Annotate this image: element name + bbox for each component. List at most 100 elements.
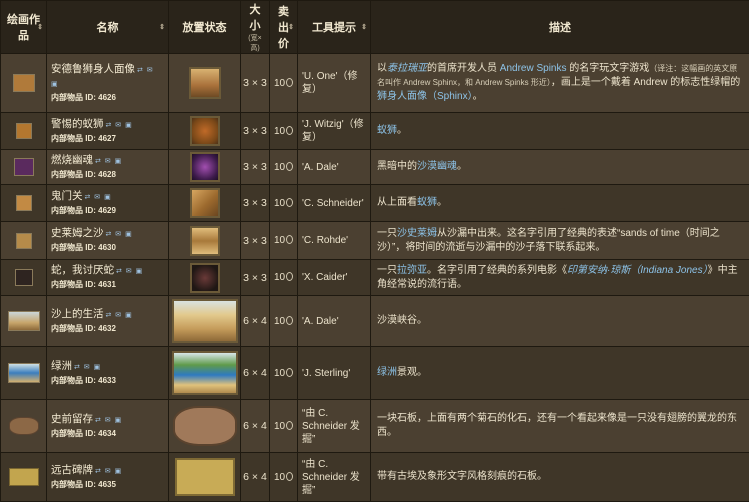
- cell-icon: [1, 113, 47, 150]
- desc-r0-b[interactable]: 泰拉瑞亚: [387, 63, 427, 74]
- desc-r5-b[interactable]: 拉弥亚: [397, 265, 427, 276]
- item-name-link[interactable]: 燃烧幽魂: [51, 154, 93, 166]
- fossil-painting-image[interactable]: [173, 406, 237, 446]
- hourglass-painting-image[interactable]: [190, 226, 220, 256]
- antlion-top-painting-icon[interactable]: [16, 195, 32, 211]
- canyon-painting-image[interactable]: [172, 299, 238, 343]
- cell-price: 10: [270, 296, 298, 347]
- item-name-link[interactable]: 远古碑牌: [51, 464, 93, 476]
- ghost-painting-image[interactable]: [190, 152, 220, 182]
- cell-hint: 'J. Sterling': [298, 347, 371, 400]
- rows-3-id: 4629: [98, 206, 116, 215]
- sort-icon: ⇕: [159, 23, 165, 31]
- cell-size: 3 × 3: [241, 222, 270, 260]
- hourglass-painting-icon[interactable]: [16, 233, 32, 249]
- sort-icon: ⇕: [361, 23, 367, 31]
- lamia-painting-image[interactable]: [190, 263, 220, 293]
- tablet-painting-icon[interactable]: [9, 468, 39, 486]
- rows-1-id_label: 内部物品 ID:: [51, 134, 96, 143]
- table-row: 沙上的生活⇄ ✉ ▣内部物品 ID: 4632 6 × 4 10 'A. Dal…: [1, 296, 749, 347]
- cell-icon: [1, 222, 47, 260]
- header-name[interactable]: 名称⇕: [47, 1, 169, 54]
- desc-r3-b[interactable]: 蚁狮: [417, 197, 437, 208]
- desc-r5-c: 。名字引用了经典的系列电影《: [427, 265, 567, 276]
- antlion-painting-image[interactable]: [190, 116, 220, 146]
- header-price[interactable]: 卖出价⇕: [270, 1, 298, 54]
- sphinx-painting-image[interactable]: [189, 67, 221, 99]
- desc-r7-a[interactable]: 绿洲: [377, 367, 397, 378]
- sphinx-painting-icon[interactable]: [13, 74, 35, 92]
- cell-price: 10: [270, 400, 298, 453]
- item-name-link[interactable]: 沙上的生活: [51, 308, 104, 320]
- desc-r3-a: 从上面看: [377, 197, 417, 208]
- desc-r1-a[interactable]: 蚁狮: [377, 125, 397, 136]
- header-art[interactable]: 绘画作品⇕: [1, 1, 47, 54]
- rows-4-id: 4630: [98, 243, 116, 252]
- rows-5-id: 4631: [98, 280, 116, 289]
- headers-size: 大小: [250, 4, 261, 32]
- ghost-painting-icon[interactable]: [14, 158, 34, 176]
- cell-desc: 黑暗中的沙漠幽魂。: [371, 150, 749, 185]
- cell-size: 6 × 4: [241, 400, 270, 453]
- rows-7-price: 10: [274, 368, 285, 379]
- cell-icon: [1, 296, 47, 347]
- cell-desc: 沙漠峡谷。: [371, 296, 749, 347]
- rows-0-id_label: 内部物品 ID:: [51, 93, 96, 102]
- cell-name: 史前留存⇄ ✉ ▣内部物品 ID: 4634: [47, 400, 169, 453]
- table-row: 鬼门关⇄ ✉ ▣内部物品 ID: 4629 3 × 3 10 'C. Schne…: [1, 185, 749, 222]
- desc-r5-d[interactable]: 印第安纳·琼斯（Indiana Jones）: [567, 265, 708, 276]
- item-name-link[interactable]: 史前留存: [51, 413, 93, 425]
- silver-coin-icon: [286, 316, 293, 325]
- rows-2-tags: ⇄ ✉ ▣: [95, 158, 122, 165]
- item-name-link[interactable]: 警惕的蚁狮: [51, 118, 104, 130]
- silver-coin-icon: [286, 198, 293, 207]
- cell-price: 10: [270, 260, 298, 296]
- cell-icon: [1, 260, 47, 296]
- silver-coin-icon: [286, 368, 293, 377]
- cell-hint: 'C. Schneider': [298, 185, 371, 222]
- lamia-painting-icon[interactable]: [15, 269, 33, 286]
- sort-icon: ⇕: [288, 23, 294, 31]
- desc-r1-b: 。: [397, 125, 407, 136]
- item-name-link[interactable]: 安德鲁狮身人面像: [51, 63, 135, 75]
- cell-price: 10: [270, 54, 298, 113]
- fossil-painting-icon[interactable]: [9, 417, 39, 435]
- cell-name: 蛇，我讨厌蛇⇄ ✉ ▣内部物品 ID: 4631: [47, 260, 169, 296]
- cell-desc: 绿洲景观。: [371, 347, 749, 400]
- cell-price: 10: [270, 453, 298, 502]
- cell-placed: [169, 222, 241, 260]
- cell-hint: 'A. Dale': [298, 150, 371, 185]
- cell-name: 鬼门关⇄ ✉ ▣内部物品 ID: 4629: [47, 185, 169, 222]
- desc-r0-d[interactable]: Andrew Spinks: [500, 63, 567, 74]
- item-name-link[interactable]: 绿洲: [51, 360, 72, 372]
- cell-price: 10: [270, 347, 298, 400]
- headers-hint: 工具提示: [312, 22, 356, 34]
- cell-icon: [1, 400, 47, 453]
- table-header-row: 绘画作品⇕ 名称⇕ 放置状态 大小(宽×高) 卖出价⇕ 工具提示⇕ 描述: [1, 1, 749, 54]
- rows-4-price: 10: [274, 235, 285, 246]
- cell-name: 史莱姆之沙⇄ ✉ ▣内部物品 ID: 4630: [47, 222, 169, 260]
- rows-7-id: 4633: [98, 376, 116, 385]
- item-name-link[interactable]: 史莱姆之沙: [51, 227, 104, 239]
- cell-desc: 一只拉弥亚。名字引用了经典的系列电影《印第安纳·琼斯（Indiana Jones…: [371, 260, 749, 296]
- cell-hint: “由 C. Schneider 发掘”: [298, 453, 371, 502]
- oasis-painting-icon[interactable]: [8, 363, 40, 383]
- canyon-painting-icon[interactable]: [8, 311, 40, 331]
- desc-r0-h[interactable]: 狮身人面像（Sphinx）: [377, 91, 473, 102]
- desc-r4-b[interactable]: 沙史莱姆: [397, 228, 437, 239]
- table-row: 史莱姆之沙⇄ ✉ ▣内部物品 ID: 4630 3 × 3 10 'C. Roh…: [1, 222, 749, 260]
- tablet-painting-image[interactable]: [175, 458, 235, 496]
- desc-r2-b[interactable]: 沙漠幽魂: [417, 161, 457, 172]
- rows-5-id_label: 内部物品 ID:: [51, 280, 96, 289]
- item-name-link[interactable]: 鬼门关: [51, 190, 83, 202]
- cell-price: 10: [270, 185, 298, 222]
- rows-3-id_label: 内部物品 ID:: [51, 206, 96, 215]
- item-name-link[interactable]: 蛇，我讨厌蛇: [51, 264, 114, 276]
- header-hint[interactable]: 工具提示 ⇕: [298, 1, 371, 54]
- cell-placed: [169, 54, 241, 113]
- antlion-top-painting-image[interactable]: [190, 188, 220, 218]
- oasis-painting-image[interactable]: [172, 351, 238, 395]
- header-size[interactable]: 大小(宽×高): [241, 1, 270, 54]
- antlion-painting-icon[interactable]: [16, 123, 32, 139]
- rows-1-id: 4627: [98, 134, 116, 143]
